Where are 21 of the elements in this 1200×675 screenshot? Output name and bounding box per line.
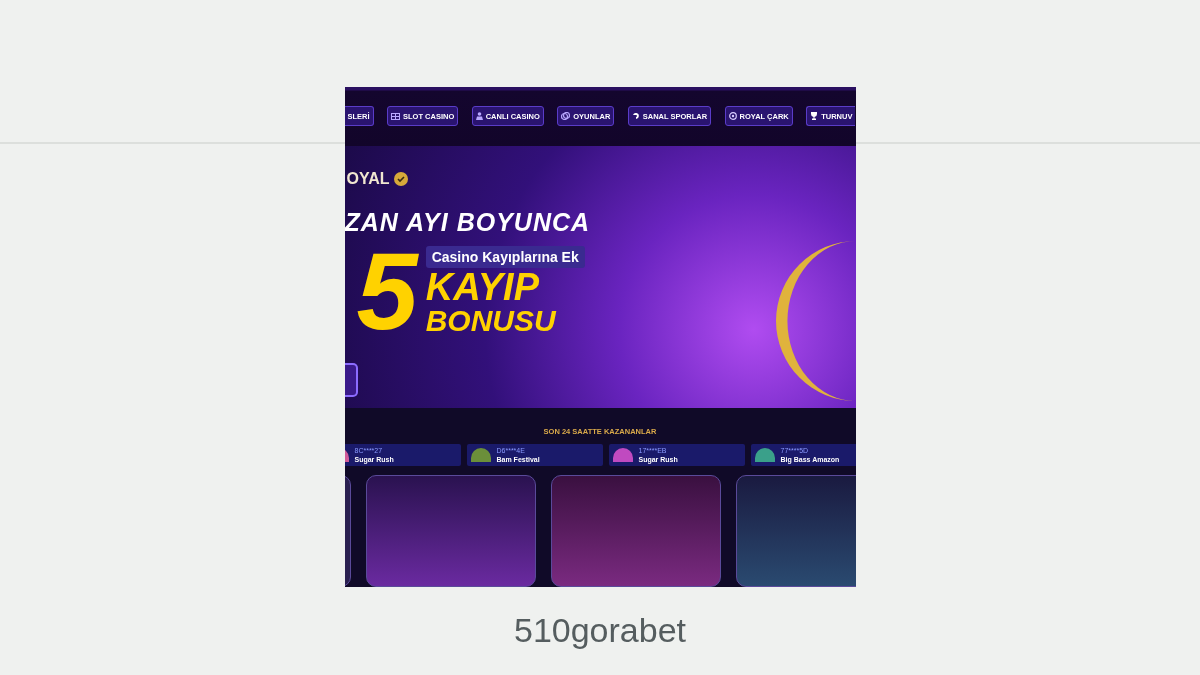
brand-text: OYAL [346, 169, 390, 188]
wheel-icon [728, 112, 737, 121]
game-tile[interactable] [365, 475, 536, 587]
game-thumbnail [612, 448, 633, 462]
game-thumbnail [470, 448, 491, 462]
grid-icon [391, 112, 400, 120]
game-tile[interactable] [735, 475, 856, 587]
game-thumbnail [754, 448, 775, 462]
swirl-icon [631, 112, 640, 121]
banner-title: KAYIP [425, 267, 539, 306]
banner-button[interactable] [344, 362, 358, 397]
trophy-icon [810, 112, 819, 121]
verified-badge-icon [394, 171, 409, 186]
bonus-number: 5 [356, 240, 418, 341]
game-tile[interactable] [550, 475, 721, 587]
banner-headline: ZAN AYI BOYUNCA [344, 207, 592, 237]
banner-subtitle: BONUSU [425, 305, 556, 336]
banner-tag: Casino Kayıplarına Ek [425, 245, 585, 268]
person-icon [475, 112, 483, 121]
chip-icon [561, 112, 571, 121]
caption-text: 510gorabet [512, 611, 687, 650]
